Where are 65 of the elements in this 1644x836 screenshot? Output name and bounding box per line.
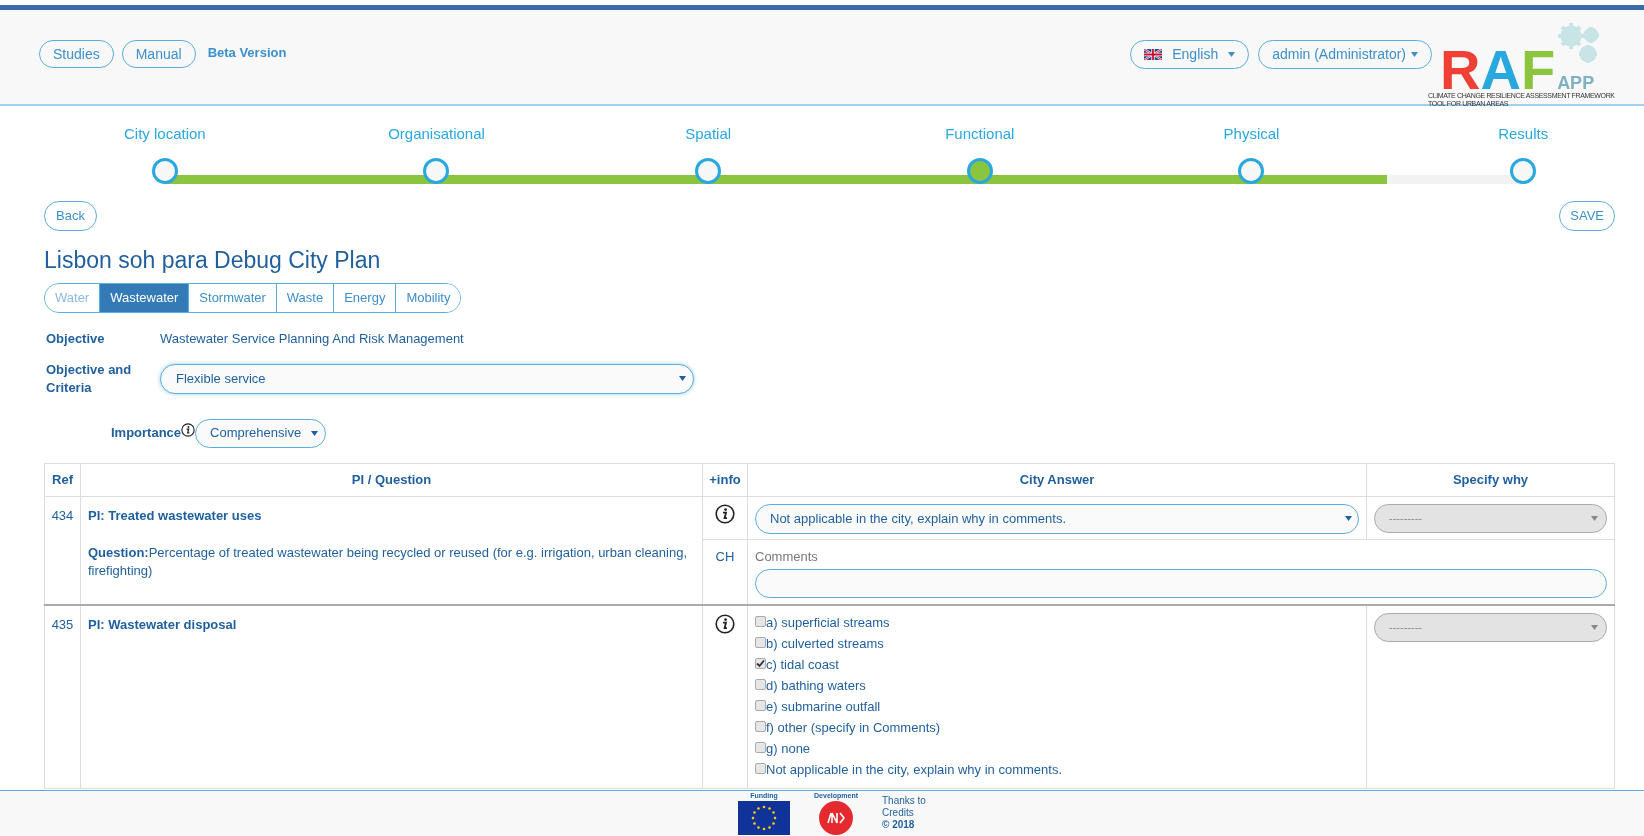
- caret-icon: [1591, 625, 1598, 630]
- objective-value: Wastewater Service Planning And Risk Management: [160, 330, 464, 348]
- step-link[interactable]: Functional: [945, 123, 1015, 145]
- step-link[interactable]: City location: [123, 123, 206, 145]
- criteria-select[interactable]: Flexible service: [160, 363, 694, 394]
- flag-icon: [1144, 49, 1163, 60]
- caret-icon: [311, 430, 319, 436]
- checkbox[interactable]: [755, 700, 766, 711]
- ref-cell: 434: [51, 507, 74, 523]
- column-header: Ref: [44, 463, 81, 496]
- column-header: PI / Question: [80, 463, 703, 496]
- caret-icon: [1345, 516, 1352, 521]
- option-label: e) submarine outfall: [766, 699, 881, 715]
- caret-icon: [1591, 515, 1598, 521]
- column-header: City Answer: [747, 463, 1367, 496]
- logo-letter: F: [1520, 48, 1556, 92]
- info-icon[interactable]: [715, 504, 735, 525]
- comments-label: Comments: [755, 547, 819, 566]
- option-label: g) none: [766, 741, 811, 757]
- pi-title: PI: Wastewater disposal: [88, 616, 238, 634]
- category-tab[interactable]: Mobility: [395, 284, 461, 312]
- beta-label: Beta Version: [207, 44, 287, 63]
- checkbox[interactable]: [755, 763, 766, 774]
- page-title: Lisbon soh para Debug City Plan: [44, 246, 382, 275]
- thanks-link[interactable]: Thanks to: [882, 795, 926, 807]
- caret-icon: [679, 376, 686, 381]
- step-link[interactable]: Spatial: [685, 123, 732, 145]
- eu-flag-icon: [738, 801, 791, 835]
- criteria-label: Objective and Criteria: [46, 360, 133, 397]
- checkbox[interactable]: [755, 637, 766, 648]
- logo-letter: R: [1440, 48, 1481, 92]
- logo-suffix: APP: [1557, 74, 1595, 92]
- pi-title: PI: Treated wastewater uses: [88, 506, 263, 525]
- country-code: CH: [715, 548, 735, 564]
- option-label: b) culverted streams: [766, 636, 884, 652]
- ref-cell: 435: [51, 617, 74, 632]
- column-header: Specify why: [1366, 463, 1615, 496]
- checkbox[interactable]: [755, 616, 766, 627]
- checkbox[interactable]: [755, 658, 766, 669]
- info-icon[interactable]: [181, 423, 196, 437]
- caret-icon: [1411, 52, 1418, 57]
- step-link[interactable]: Organisational: [388, 123, 485, 145]
- importance-label: Importance: [111, 424, 182, 443]
- checkbox[interactable]: [755, 679, 766, 690]
- info-icon[interactable]: [715, 613, 735, 634]
- step-link[interactable]: Results: [1498, 123, 1549, 145]
- step-link[interactable]: Physical: [1223, 123, 1280, 145]
- importance-select[interactable]: Comprehensive: [195, 418, 327, 448]
- option-label: c) tidal coast: [766, 657, 839, 673]
- column-header: +info: [702, 463, 748, 496]
- checkbox[interactable]: [755, 721, 766, 732]
- logo-letter: A: [1480, 48, 1521, 92]
- checkbox[interactable]: [755, 742, 766, 753]
- option-label: f) other (specify in Comments): [766, 720, 941, 736]
- credits-link[interactable]: Credits: [882, 807, 926, 819]
- option-label: Not applicable in the city, explain why in comments.: [766, 762, 1062, 778]
- option-label: a) superficial streams: [766, 615, 890, 631]
- category-tab[interactable]: Wastewater: [99, 284, 189, 312]
- objective-label: Objective: [46, 330, 106, 348]
- option-label: d) bathing waters: [766, 678, 866, 694]
- question-text: Question:Percentage of treated wastewater being recycled or reused (for e.g. irrigation, urban cleaning, firefighting): [88, 544, 689, 580]
- answer-select[interactable]: Not applicable in the city, explain why in comments.: [755, 503, 1359, 534]
- comments-field[interactable]: [755, 569, 1607, 598]
- copyright-text: © 2018: [882, 819, 916, 831]
- caret-icon: [1228, 52, 1236, 57]
